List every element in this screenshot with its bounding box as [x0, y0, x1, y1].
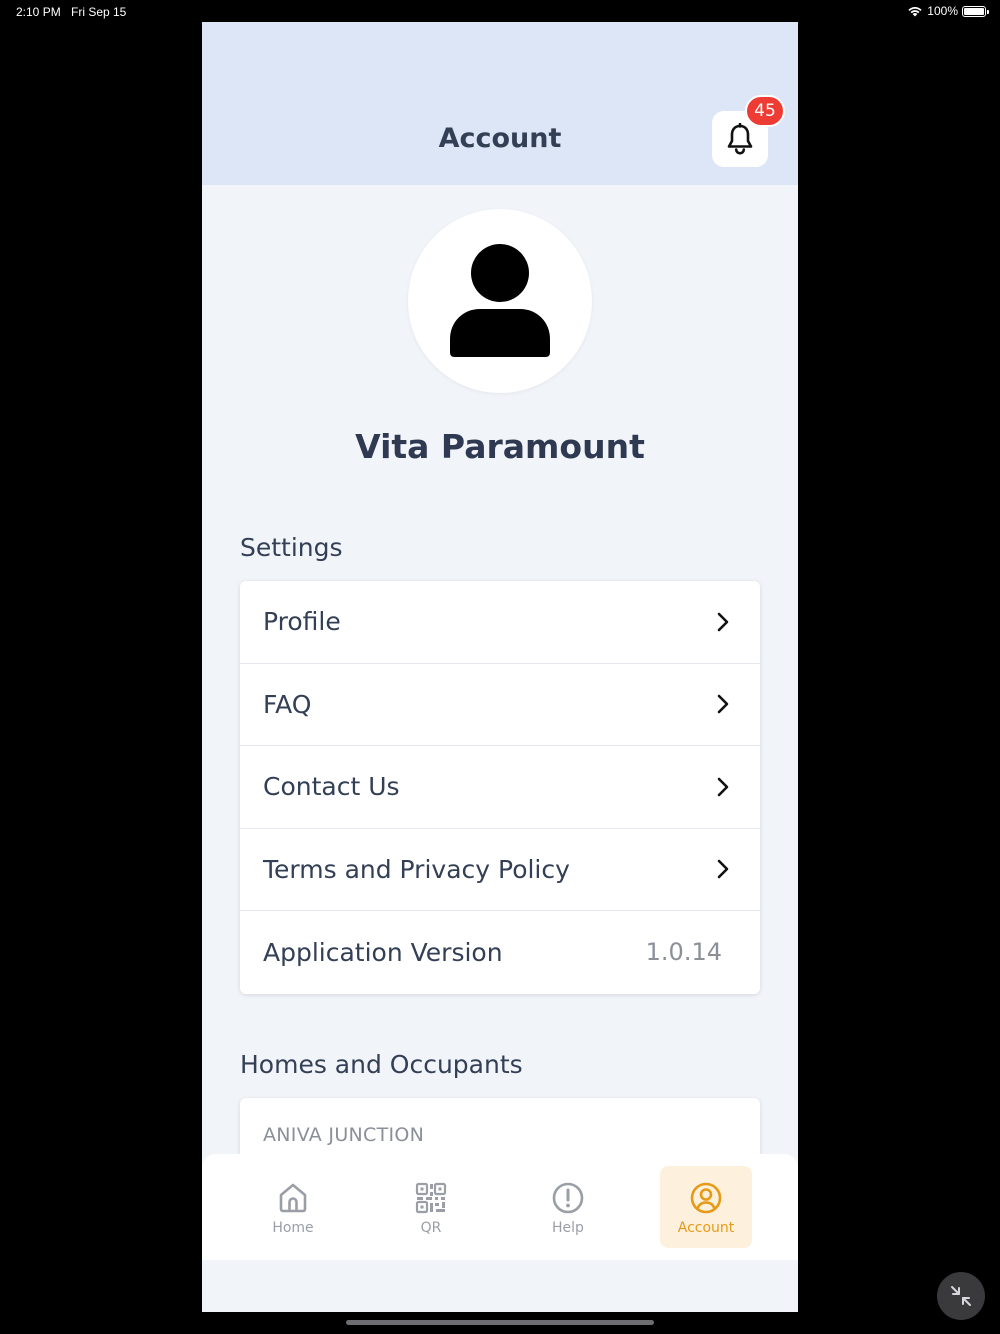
tab-label: Help [552, 1220, 584, 1236]
settings-item-label: Profile [263, 607, 341, 637]
settings-item-faq[interactable]: FAQ [240, 664, 760, 746]
settings-item-label: Terms and Privacy Policy [263, 854, 570, 884]
chevron-right-icon [717, 694, 729, 714]
user-name: Vita Paramount [355, 427, 645, 466]
settings-item-contact-us[interactable]: Contact Us [240, 746, 760, 829]
collapse-window-button[interactable] [937, 1272, 985, 1320]
notification-badge: 45 [745, 95, 785, 127]
user-silhouette-icon [450, 244, 550, 357]
app-version-value: 1.0.14 [645, 938, 722, 967]
settings-heading: Settings [240, 533, 343, 562]
settings-item-terms-privacy[interactable]: Terms and Privacy Policy [240, 829, 760, 911]
chevron-right-icon [717, 612, 729, 632]
collapse-arrows-icon [951, 1286, 971, 1306]
app-version-label: Application Version [263, 937, 503, 967]
tab-label: Account [677, 1220, 735, 1236]
wifi-icon [908, 7, 922, 17]
chevron-right-icon [717, 777, 729, 797]
tab-qr[interactable]: QR [385, 1166, 477, 1248]
avatar [408, 209, 592, 393]
status-bar: 2:10 PM Fri Sep 15 100% [0, 0, 1000, 22]
settings-item-label: Contact Us [263, 772, 400, 802]
alert-circle-icon [552, 1182, 584, 1214]
status-date: Fri Sep 15 [71, 5, 127, 19]
tab-help[interactable]: Help [522, 1166, 614, 1248]
battery-percent: 100% [927, 4, 958, 18]
header: Account 45 [202, 22, 798, 185]
chevron-right-icon [717, 859, 729, 879]
tab-home[interactable]: Home [247, 1166, 339, 1248]
settings-item-app-version: Application Version 1.0.14 [240, 911, 760, 994]
tab-bar: Home QR Help Account [202, 1154, 798, 1260]
home-name: ANIVA JUNCTION [263, 1124, 425, 1146]
home-icon [279, 1183, 307, 1213]
bell-icon [727, 123, 753, 155]
settings-item-label: FAQ [263, 689, 312, 719]
status-indicators: 100% [907, 4, 989, 18]
tab-label: Home [272, 1220, 314, 1236]
home-indicator[interactable] [346, 1320, 654, 1325]
qr-icon [415, 1182, 447, 1214]
page-title: Account [438, 123, 562, 154]
settings-card: Profile FAQ Contact Us Terms and Privacy… [240, 581, 760, 994]
tab-account[interactable]: Account [660, 1166, 752, 1248]
user-circle-icon [690, 1182, 722, 1214]
battery-icon [962, 5, 989, 17]
status-time: 2:10 PM [16, 5, 61, 19]
tab-label: QR [420, 1220, 442, 1236]
homes-heading: Homes and Occupants [240, 1050, 523, 1079]
settings-item-profile[interactable]: Profile [240, 581, 760, 664]
app-window: Account 45 Vita Paramount Settings Profi… [202, 22, 798, 1312]
